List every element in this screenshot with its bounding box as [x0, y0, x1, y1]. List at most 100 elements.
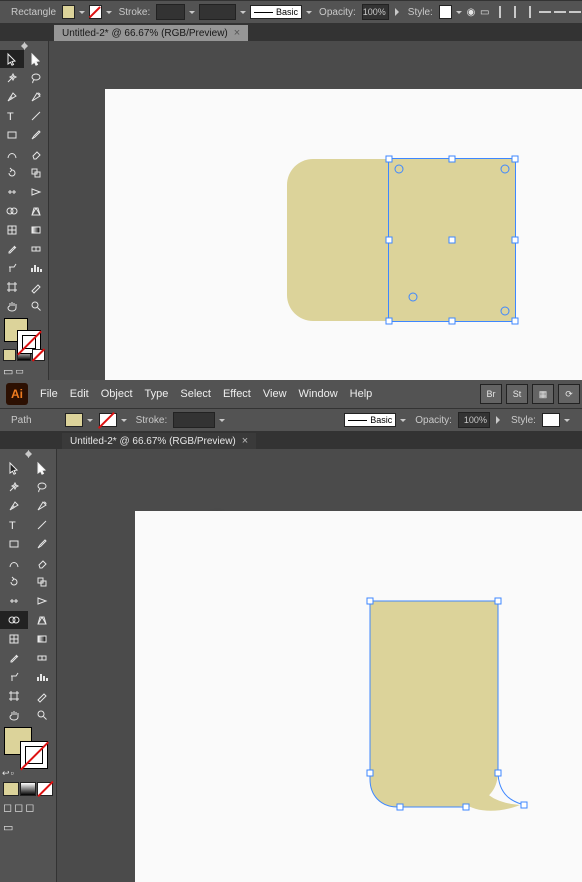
- menu-select[interactable]: Select: [174, 388, 217, 400]
- paintbrush-tool[interactable]: [29, 535, 57, 553]
- perspective-tool[interactable]: [29, 611, 57, 629]
- zoom-tool[interactable]: [25, 297, 49, 315]
- screen-mode-switch-icon[interactable]: ▭: [15, 366, 24, 377]
- eraser-tool[interactable]: [29, 554, 57, 572]
- vsp-field[interactable]: [199, 4, 236, 20]
- gpu-icon[interactable]: ⟳: [558, 384, 580, 404]
- gradient-tool[interactable]: [25, 221, 49, 239]
- zoom-tool[interactable]: [29, 706, 57, 724]
- column-graph-tool[interactable]: [29, 668, 57, 686]
- none-mode-icon[interactable]: [32, 349, 45, 362]
- menu-help[interactable]: Help: [344, 388, 379, 400]
- tools-grip[interactable]: [0, 41, 48, 50]
- shape-path-selected[interactable]: [370, 601, 498, 807]
- brush-dd[interactable]: [306, 9, 310, 15]
- selection-tool[interactable]: [0, 459, 28, 477]
- rectangle-tool[interactable]: [0, 126, 24, 144]
- workspace[interactable]: [49, 41, 582, 381]
- vsp-dd[interactable]: [240, 9, 244, 15]
- stroke-weight-field[interactable]: [156, 4, 185, 20]
- align-right-icon[interactable]: [523, 4, 537, 20]
- menu-edit[interactable]: Edit: [64, 388, 95, 400]
- line-tool[interactable]: [29, 516, 57, 534]
- color-mode-icon[interactable]: [3, 782, 19, 796]
- default-proxy-icon[interactable]: ▫: [11, 768, 14, 778]
- blend-tool[interactable]: [29, 649, 57, 667]
- opacity-field[interactable]: 100%: [362, 4, 389, 20]
- symbol-sprayer-tool[interactable]: [0, 259, 24, 277]
- stroke-swatch[interactable]: [99, 413, 117, 427]
- pen-tool[interactable]: [0, 88, 24, 106]
- workspace[interactable]: G system.com: [57, 449, 582, 882]
- fill-dropdown-icon[interactable]: [79, 9, 83, 15]
- doc-tab[interactable]: Untitled-2* @ 66.67% (RGB/Preview) ×: [54, 25, 248, 41]
- opacity-field[interactable]: 100%: [458, 412, 490, 428]
- align-vcenter-icon[interactable]: [553, 4, 567, 20]
- eraser-tool[interactable]: [25, 145, 49, 163]
- hand-tool[interactable]: [0, 706, 28, 724]
- fill-swatch[interactable]: [65, 413, 83, 427]
- scale-tool[interactable]: [25, 164, 49, 182]
- mesh-tool[interactable]: [0, 221, 24, 239]
- magic-wand-tool[interactable]: [0, 478, 28, 496]
- artboard[interactable]: [135, 511, 582, 882]
- menu-type[interactable]: Type: [139, 388, 175, 400]
- rectangle-tool[interactable]: [0, 535, 28, 553]
- lasso-tool[interactable]: [25, 69, 49, 87]
- stroke-weight-field[interactable]: [173, 412, 215, 428]
- brush-def-field[interactable]: Basic: [344, 413, 396, 427]
- draw-behind-icon[interactable]: ◻: [14, 801, 23, 814]
- tools-grip[interactable]: [0, 449, 56, 459]
- align-hcenter-icon[interactable]: [508, 4, 522, 20]
- style-swatch[interactable]: [439, 5, 452, 19]
- artboard[interactable]: [105, 89, 582, 381]
- pen-tool[interactable]: [0, 497, 28, 515]
- swap-proxy-icon[interactable]: ↩: [2, 768, 10, 779]
- gradient-tool[interactable]: [29, 630, 57, 648]
- free-transform-tool[interactable]: [29, 592, 57, 610]
- opacity-more-icon[interactable]: [496, 416, 502, 424]
- stroke-weight-dd[interactable]: [219, 417, 225, 423]
- curvature-tool[interactable]: [29, 497, 57, 515]
- corner-widget-tl[interactable]: [395, 165, 404, 174]
- direct-selection-tool[interactable]: [29, 459, 57, 477]
- eyedropper-tool[interactable]: [0, 240, 24, 258]
- slice-tool[interactable]: [29, 687, 57, 705]
- fill-dd[interactable]: [87, 417, 93, 423]
- menu-object[interactable]: Object: [95, 388, 139, 400]
- curvature-tool[interactable]: [25, 88, 49, 106]
- corner-widget-bl[interactable]: [409, 293, 418, 302]
- shaper-tool[interactable]: [0, 554, 28, 572]
- close-icon[interactable]: ×: [234, 27, 240, 39]
- free-transform-tool[interactable]: [25, 183, 49, 201]
- shape-builder-tool[interactable]: [0, 202, 24, 220]
- color-mode-icon[interactable]: [3, 349, 16, 362]
- ai-logo[interactable]: Ai: [6, 383, 28, 405]
- artboard-tool[interactable]: [0, 687, 28, 705]
- rotate-tool[interactable]: [0, 164, 24, 182]
- stroke-proxy[interactable]: [20, 741, 48, 769]
- style-swatch[interactable]: [542, 413, 560, 427]
- fill-swatch[interactable]: [62, 5, 75, 19]
- arrange-docs-icon[interactable]: ▦: [532, 384, 554, 404]
- menu-effect[interactable]: Effect: [217, 388, 257, 400]
- draw-normal-icon[interactable]: ◻: [3, 801, 12, 814]
- color-proxy[interactable]: [0, 727, 56, 765]
- color-proxy[interactable]: [0, 318, 48, 347]
- hand-tool[interactable]: [0, 297, 24, 315]
- stroke-swatch[interactable]: [89, 5, 102, 19]
- lasso-tool[interactable]: [29, 478, 57, 496]
- draw-inside-icon[interactable]: ◻: [25, 801, 34, 814]
- screen-mode-icon[interactable]: ▭: [3, 821, 13, 834]
- stroke-dropdown-icon[interactable]: [106, 9, 110, 15]
- opacity-more-icon[interactable]: [395, 8, 399, 16]
- direct-selection-tool[interactable]: [25, 50, 49, 68]
- artboard-tool[interactable]: [0, 278, 24, 296]
- doc-tab[interactable]: Untitled-2* @ 66.67% (RGB/Preview) ×: [62, 433, 256, 449]
- globe-icon[interactable]: ◉: [466, 4, 477, 20]
- align-bottom-icon[interactable]: [568, 4, 582, 20]
- paintbrush-tool[interactable]: [25, 126, 49, 144]
- menu-file[interactable]: File: [34, 388, 64, 400]
- mesh-tool[interactable]: [0, 630, 28, 648]
- corner-widget-br[interactable]: [501, 307, 510, 316]
